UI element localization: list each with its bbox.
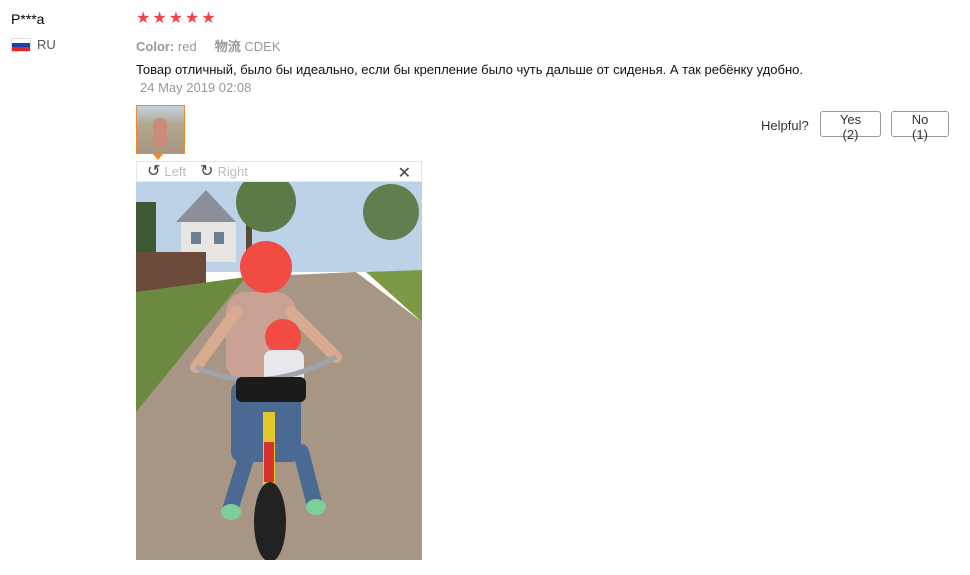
color-label: Color:	[136, 39, 175, 54]
helpful-yes-button[interactable]: Yes (2)	[820, 111, 881, 142]
star-icon: ★	[185, 10, 200, 27]
star-icon: ★	[136, 10, 151, 27]
review-photo-large	[136, 182, 422, 560]
helpful-label: Helpful?	[761, 118, 809, 133]
thumbnail-pointer-icon	[152, 153, 164, 160]
logistics-label: 物流	[214, 39, 241, 54]
star-icon: ★	[152, 10, 167, 27]
product-attributes: Color: red 物流 CDEK	[136, 36, 281, 55]
rotate-left-label: Left	[164, 164, 187, 179]
close-icon[interactable]: ✕	[398, 163, 411, 183]
logistics-value: CDEK	[244, 39, 281, 54]
helpful-no-button[interactable]: No (1)	[891, 111, 949, 142]
rotate-right-label: Right	[217, 164, 248, 179]
russia-flag-icon	[11, 37, 31, 52]
reviewer-name: P***a	[11, 11, 45, 27]
rotate-right-button[interactable]: ↻ Right	[200, 162, 248, 180]
review-text: Товар отличный, было бы идеально, если б…	[136, 62, 803, 77]
color-value: red	[177, 39, 197, 54]
star-rating: ★ ★ ★ ★ ★	[136, 11, 216, 27]
rotate-cw-icon: ↻	[200, 162, 214, 180]
star-icon: ★	[201, 10, 216, 27]
review-photo-image	[136, 182, 422, 560]
review-date: 24 May 2019 02:08	[140, 80, 252, 95]
reviewer-country: RU	[11, 37, 56, 52]
review-photo-thumbnail[interactable]	[136, 105, 185, 154]
rotate-left-button[interactable]: ↺ Left	[147, 162, 187, 180]
country-code: RU	[37, 37, 56, 52]
rotate-ccw-icon: ↺	[147, 162, 161, 180]
star-icon: ★	[168, 10, 184, 27]
photo-viewer-toolbar: ↺ Left ↻ Right ✕	[136, 161, 422, 182]
